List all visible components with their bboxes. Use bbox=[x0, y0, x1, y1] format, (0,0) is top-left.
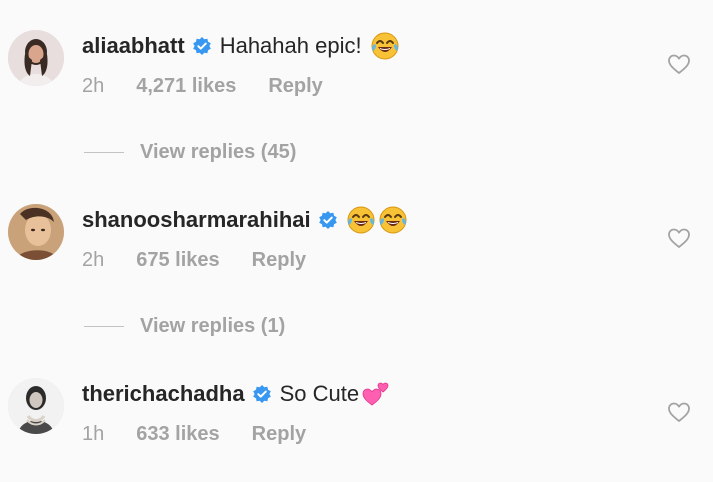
divider bbox=[84, 326, 124, 327]
likes-count[interactable]: 4,271 likes bbox=[136, 75, 236, 98]
view-replies-label: View replies (45) bbox=[140, 141, 297, 163]
avatar[interactable] bbox=[8, 378, 64, 434]
comment-meta: 2h 4,271 likes Reply bbox=[82, 75, 323, 98]
timestamp: 1h bbox=[82, 423, 105, 445]
likes-count[interactable]: 675 likes bbox=[136, 249, 219, 272]
comment-item: shanoosharmarahihai 2h 675 likes Reply bbox=[0, 174, 713, 274]
likes-count[interactable]: 633 likes bbox=[136, 423, 219, 446]
view-replies-label: View replies (1) bbox=[140, 315, 286, 337]
username-link[interactable]: therichachadha bbox=[82, 381, 245, 407]
divider bbox=[84, 152, 124, 153]
comment-item: therichachadha So Cute 1h 633 likes Repl… bbox=[0, 348, 713, 448]
timestamp: 2h bbox=[82, 75, 105, 97]
reply-button[interactable]: Reply bbox=[268, 75, 322, 98]
comment-meta: 2h 675 likes Reply bbox=[82, 249, 306, 272]
view-replies-link[interactable]: View replies (1) bbox=[84, 315, 285, 338]
username-link[interactable]: aliaabhatt bbox=[82, 33, 185, 59]
comment-line: shanoosharmarahihai bbox=[82, 204, 408, 236]
tears-of-joy-emoji-icon bbox=[370, 31, 400, 61]
comment-text: So Cute bbox=[279, 381, 360, 406]
like-heart-icon[interactable] bbox=[667, 400, 691, 424]
view-replies-link[interactable]: View replies (45) bbox=[84, 141, 296, 164]
comment-text: Hahahah epic! bbox=[219, 33, 362, 58]
comment-meta: 1h 633 likes Reply bbox=[82, 423, 306, 446]
avatar[interactable] bbox=[8, 204, 64, 260]
timestamp: 2h bbox=[82, 249, 105, 271]
reply-button[interactable]: Reply bbox=[252, 249, 306, 272]
verified-badge-icon bbox=[318, 210, 338, 230]
like-heart-icon[interactable] bbox=[667, 226, 691, 250]
tears-of-joy-emoji-icon bbox=[346, 205, 376, 235]
two-hearts-emoji-icon bbox=[361, 379, 391, 409]
comment-line: aliaabhatt Hahahah epic! bbox=[82, 30, 400, 62]
username-link[interactable]: shanoosharmarahihai bbox=[82, 207, 311, 233]
tears-of-joy-emoji-icon bbox=[378, 205, 408, 235]
comment-item: aliaabhatt Hahahah epic! 2h 4,271 likes … bbox=[0, 0, 713, 100]
comment-line: therichachadha So Cute bbox=[82, 378, 391, 410]
reply-button[interactable]: Reply bbox=[252, 423, 306, 446]
verified-badge-icon bbox=[192, 36, 212, 56]
avatar[interactable] bbox=[8, 30, 64, 86]
verified-badge-icon bbox=[252, 384, 272, 404]
like-heart-icon[interactable] bbox=[667, 52, 691, 76]
